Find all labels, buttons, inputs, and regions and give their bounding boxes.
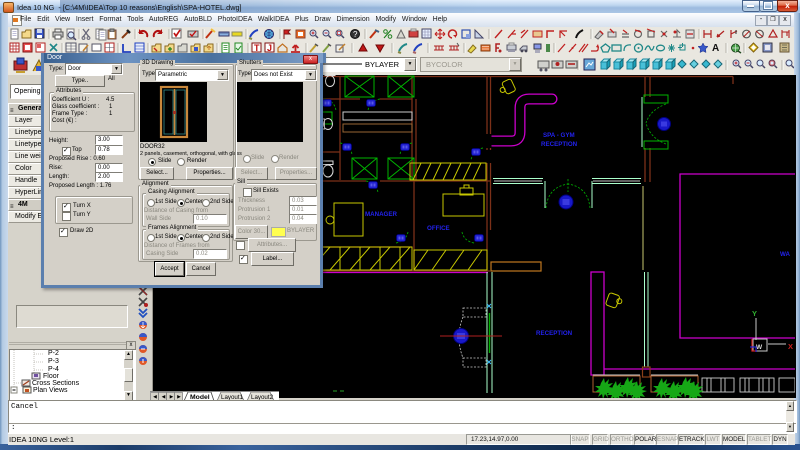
svg-text:MANAGER: MANAGER [365, 211, 397, 218]
svg-text:Y: Y [752, 309, 757, 318]
svg-text:SPA - GYM: SPA - GYM [543, 132, 575, 139]
svg-text:?: ? [353, 30, 358, 39]
svg-text:T: T [254, 43, 260, 53]
svg-text:W: W [756, 344, 763, 351]
svg-text:RECEPTION: RECEPTION [541, 141, 578, 148]
svg-text:WA: WA [780, 251, 790, 258]
svg-text:X: X [788, 342, 793, 351]
svg-text:A: A [712, 43, 719, 54]
svg-text:OFFICE: OFFICE [427, 225, 450, 232]
svg-text:RECEPTION: RECEPTION [536, 330, 573, 337]
svg-text:J: J [267, 43, 272, 53]
